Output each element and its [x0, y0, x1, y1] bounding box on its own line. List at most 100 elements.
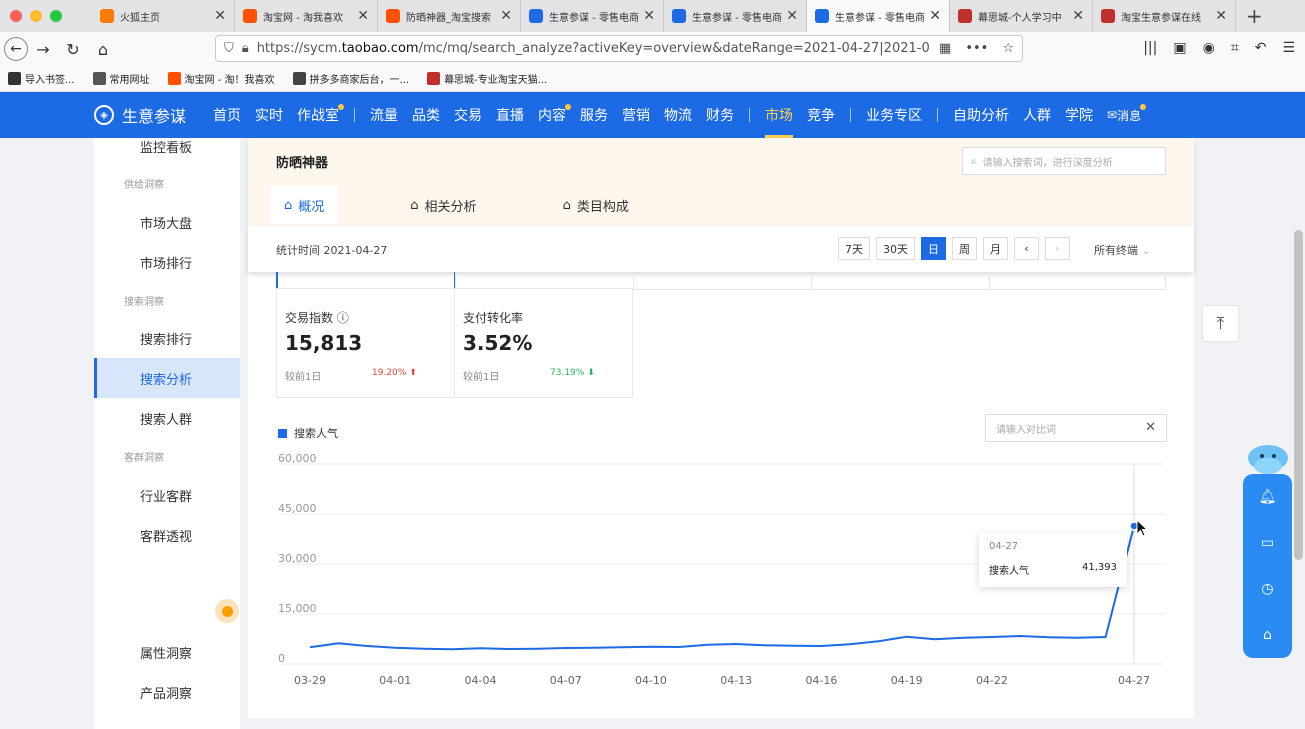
- qr-code-icon[interactable]: ▦: [939, 41, 951, 56]
- metric-value: 15,813: [285, 331, 363, 355]
- sidebar-item[interactable]: 搜索排行: [94, 318, 240, 358]
- sidebar-item[interactable]: 市场大盘: [94, 202, 240, 242]
- close-tab-icon[interactable]: ✕: [500, 8, 512, 24]
- bell-icon[interactable]: 🔔︎: [1259, 489, 1277, 505]
- forward-button[interactable]: →: [28, 40, 58, 59]
- screenshot-icon[interactable]: ⌗: [1231, 40, 1239, 56]
- home-icon[interactable]: ⌂: [88, 40, 118, 59]
- bookmark-item[interactable]: 导入书签...: [8, 71, 75, 86]
- range-button[interactable]: 月: [983, 237, 1008, 260]
- metric-card[interactable]: 交易指数 ⓘ 15,813 较前1日 19.20% ⬆: [276, 288, 455, 398]
- close-tab-icon[interactable]: ✕: [929, 8, 941, 24]
- bookmark-item[interactable]: 淘宝网 - 淘！我喜欢: [167, 71, 275, 86]
- brand-logo[interactable]: ◈ 生意参谋: [94, 103, 186, 127]
- nav-item[interactable]: 直播: [489, 92, 531, 138]
- maximize-window-button[interactable]: [50, 10, 62, 22]
- nav-item[interactable]: 内容: [531, 92, 573, 138]
- home-icon[interactable]: ⌂: [1263, 627, 1272, 643]
- sub-tab-label: 类目构成: [576, 199, 629, 215]
- nav-item[interactable]: 作战室: [290, 92, 346, 138]
- nav-item[interactable]: 服务: [573, 92, 615, 138]
- sidebar-item[interactable]: 属性洞察: [94, 632, 240, 672]
- url-bar[interactable]: ⛉ 🔒︎ https://sycm.taobao.com/mc/mq/searc…: [215, 35, 1023, 62]
- next-date-button[interactable]: ›: [1045, 237, 1070, 260]
- bag-icon: ⌂: [410, 197, 419, 213]
- bookmark-item[interactable]: 拼多多商家后台，一...: [292, 71, 409, 86]
- more-actions-icon[interactable]: •••: [965, 41, 988, 56]
- nav-item[interactable]: 实时: [248, 92, 290, 138]
- sub-tab[interactable]: ⌂ 类目构成: [549, 186, 643, 224]
- account-icon[interactable]: ◉: [1203, 40, 1215, 56]
- sidebar-item[interactable]: 行业客群: [94, 475, 240, 515]
- close-tab-icon[interactable]: ✕: [786, 8, 798, 24]
- back-button[interactable]: ←: [4, 37, 28, 61]
- terminal-select[interactable]: 所有终端 ⌄: [1094, 242, 1151, 258]
- new-tab-button[interactable]: +: [1236, 4, 1263, 28]
- sub-tab[interactable]: ⌂ 概况: [270, 186, 339, 224]
- nav-item[interactable]: 财务: [699, 92, 741, 138]
- nav-item-active[interactable]: 市场: [758, 92, 800, 138]
- keyword-search-input[interactable]: ⌕ 请输入搜索词，进行深度分析: [962, 147, 1166, 175]
- bookmark-item[interactable]: 幕思城-专业淘宝天猫...: [427, 71, 547, 86]
- nav-item[interactable]: 人群: [1016, 92, 1058, 138]
- close-window-button[interactable]: [10, 10, 22, 22]
- close-tab-icon[interactable]: ✕: [214, 8, 226, 24]
- sidebar-icon[interactable]: ▣: [1173, 40, 1186, 56]
- browser-tab[interactable]: 防晒神器_淘宝搜索 ✕: [378, 0, 521, 32]
- menu-icon[interactable]: ☰: [1282, 40, 1295, 56]
- close-tab-icon[interactable]: ✕: [1215, 8, 1227, 24]
- sidebar-item[interactable]: 搜索分析: [94, 358, 240, 398]
- nav-item[interactable]: 交易: [447, 92, 489, 138]
- browser-tab[interactable]: 生意参谋 - 零售电商 ✕: [664, 0, 807, 32]
- messages-button[interactable]: ✉ 消息: [1100, 92, 1148, 138]
- nav-item[interactable]: 物流: [657, 92, 699, 138]
- browser-tab[interactable]: 淘宝生意参谋在线 ✕: [1093, 0, 1236, 32]
- clear-icon[interactable]: ✕: [1145, 420, 1156, 435]
- browser-tab[interactable]: 生意参谋 - 零售电商 ✕: [521, 0, 664, 32]
- bookmark-star-icon[interactable]: ☆: [1002, 41, 1014, 56]
- browser-tab[interactable]: 生意参谋 - 零售电商 ✕: [807, 0, 950, 32]
- library-icon[interactable]: |||: [1143, 40, 1157, 56]
- browser-tab[interactable]: 淘宝网 - 淘我喜欢 ✕: [235, 0, 378, 32]
- browser-tab[interactable]: 火狐主页 ✕: [92, 0, 235, 32]
- range-button[interactable]: 日: [921, 237, 946, 260]
- undo-icon[interactable]: ↶: [1255, 40, 1267, 56]
- metric-change: 73.19% ⬇: [550, 368, 595, 378]
- metric-change-value: 19.20%: [372, 368, 407, 378]
- nav-item[interactable]: 营销: [615, 92, 657, 138]
- metric-title-text: 交易指数: [285, 311, 334, 325]
- close-tab-icon[interactable]: ✕: [1072, 8, 1084, 24]
- sidebar-group-label: 供给洞察: [124, 180, 164, 191]
- sidebar-item[interactable]: 市场排行: [94, 242, 240, 282]
- bookmark-label: 常用网址: [109, 75, 150, 86]
- browser-tab[interactable]: 幕思城-个人学习中 ✕: [950, 0, 1093, 32]
- sidebar-item[interactable]: 产品洞察: [94, 672, 240, 712]
- nav-item[interactable]: 自助分析: [946, 92, 1016, 138]
- nav-divider: [354, 108, 356, 122]
- close-tab-icon[interactable]: ✕: [357, 8, 369, 24]
- messages-label: 消息: [1117, 108, 1142, 123]
- prev-date-button[interactable]: ‹: [1014, 237, 1039, 260]
- reload-button[interactable]: ↻: [58, 40, 88, 59]
- metric-card[interactable]: 支付转化率 3.52% 较前1日 73.19% ⬇: [454, 288, 633, 398]
- nav-item[interactable]: 学院: [1058, 92, 1100, 138]
- sidebar-item[interactable]: 监控看板: [94, 126, 240, 166]
- nav-item[interactable]: 品类: [405, 92, 447, 138]
- sub-tab[interactable]: ⌂ 相关分析: [396, 186, 490, 224]
- nav-item[interactable]: 流量: [363, 92, 405, 138]
- nav-item[interactable]: 业务专区: [859, 92, 929, 138]
- range-button[interactable]: 30天: [876, 237, 915, 260]
- help-icon[interactable]: ⓘ: [333, 311, 349, 325]
- nav-item[interactable]: 竞争: [800, 92, 842, 138]
- range-button[interactable]: 7天: [838, 237, 870, 260]
- close-tab-icon[interactable]: ✕: [643, 8, 655, 24]
- range-button[interactable]: 周: [952, 237, 977, 260]
- minimize-window-button[interactable]: [30, 10, 42, 22]
- back-to-top-button[interactable]: ⤒: [1202, 305, 1239, 342]
- clock-icon[interactable]: ◷: [1261, 581, 1273, 597]
- sidebar-item[interactable]: 搜索人群: [94, 398, 240, 438]
- sidebar-item[interactable]: 客群透视: [94, 515, 240, 555]
- page-scrollbar[interactable]: [1294, 230, 1303, 560]
- bookmark-item[interactable]: 常用网址: [92, 71, 150, 86]
- chat-icon[interactable]: ▭: [1261, 535, 1274, 551]
